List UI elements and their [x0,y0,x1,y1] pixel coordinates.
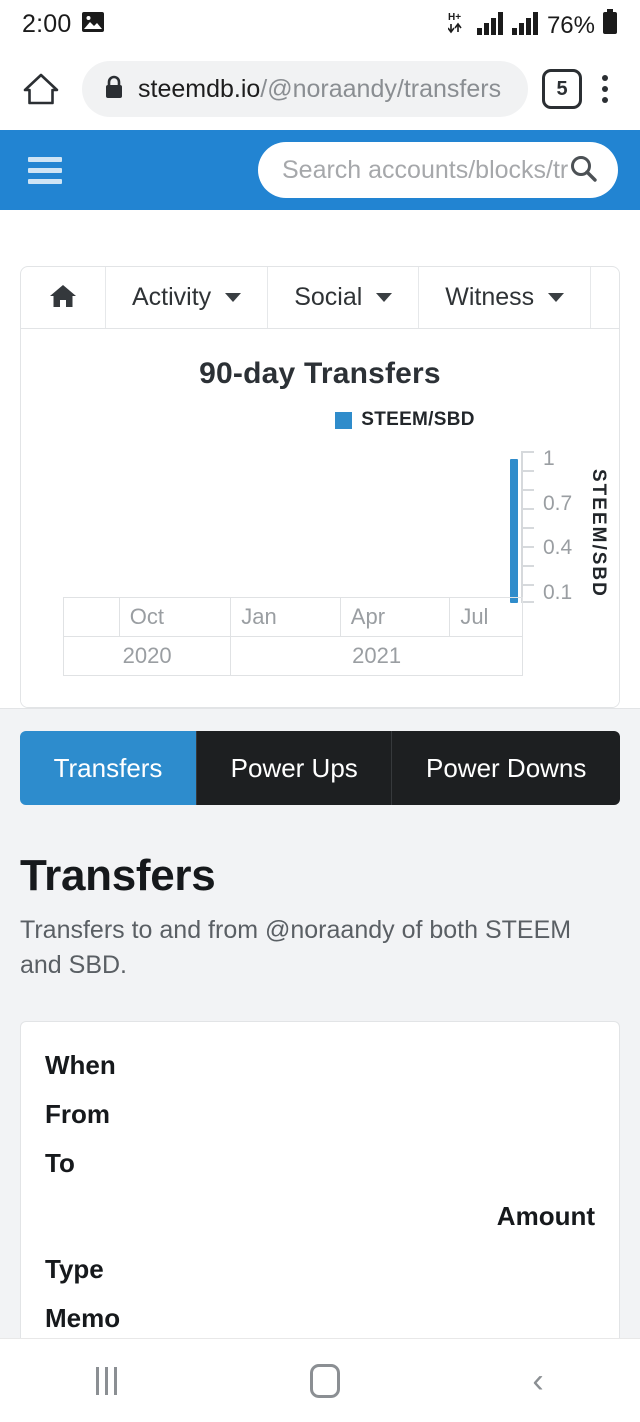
chart-x-axis: Oct Jan Apr Jul 2020 2021 [63,597,523,676]
column-header-memo[interactable]: Memo [45,1303,595,1334]
y-tick [521,527,534,529]
status-bar-left: 2:00 [22,10,105,39]
table-header-row: When From To Amount Type Memo [21,1022,619,1378]
x-axis-year-row: 2020 2021 [63,636,523,676]
tab-social-label: Social [294,283,363,311]
toggle-power-ups[interactable]: Power Ups [197,731,393,805]
x-month-cell: Jul [460,604,489,629]
android-nav-bar: ‹ [0,1338,640,1422]
battery-percent: 76% [546,11,595,39]
y-tick-label: 0.1 [543,581,573,604]
y-axis-title: STEEM/SBD [588,469,609,598]
transfers-section: Transfers Power Ups Power Downs Transfer… [0,708,640,1422]
x-month-cell [64,598,120,636]
toggle-power-downs[interactable]: Power Downs [392,731,620,805]
chevron-down-icon [548,293,565,302]
column-header-from[interactable]: From [45,1099,595,1130]
tab-activity-label: Activity [132,283,212,311]
battery-icon [602,8,618,40]
x-month-cell: Jan [231,598,341,636]
content-container: Activity Social Witness Dat 90-day Trans… [0,210,640,708]
tab-data-label: Dat [617,283,619,312]
site-navbar [0,130,640,210]
chevron-down-icon [225,293,242,302]
tab-social[interactable]: Social [268,267,420,328]
chevron-down-icon [376,293,393,302]
search-icon[interactable] [568,153,598,188]
legend-swatch-steem-sbd [335,411,353,429]
y-tick [521,470,534,472]
column-header-when[interactable]: When [45,1050,595,1081]
search-input[interactable] [282,155,568,185]
page-body: Activity Social Witness Dat 90-day Trans… [0,210,640,1422]
chart-title: 90-day Transfers [199,357,441,390]
browser-toolbar: steemdb.io/@noraandy/transfers 5 [0,48,640,130]
url-path: /@noraandy/transfers [260,74,502,103]
house-icon [49,283,77,313]
url-text: steemdb.io/@noraandy/transfers [138,75,501,104]
y-tick [521,584,534,586]
lock-icon [104,75,124,104]
y-tick-label: 0.4 [543,536,573,559]
tab-data[interactable]: Dat [591,267,619,328]
svg-text:H+: H+ [448,12,461,23]
home-icon [23,73,59,105]
url-bar[interactable]: steemdb.io/@noraandy/transfers [82,61,528,117]
y-tick [521,546,534,548]
back-chevron-icon[interactable]: ‹ [532,1364,543,1398]
page-title: Transfers [20,851,216,900]
page-subtitle: Transfers to and from @noraandy of both … [20,916,572,979]
transfers-chart: 90-day Transfers STEEM/SBD 1 0.7 0.4 0.1… [21,329,619,707]
y-tick [521,451,534,453]
url-domain: steemdb.io [138,74,261,103]
network-type-icon: H+ [447,9,470,40]
signal-bars-icon-2 [511,11,540,40]
chart-plot-area: 1 0.7 0.4 0.1 STEEM/SBD Oct Jan Apr Jul … [21,447,619,707]
tab-activity[interactable]: Activity [106,267,269,328]
column-header-amount[interactable]: Amount [45,1201,595,1232]
toggle-transfers[interactable]: Transfers [20,731,198,805]
y-tick [521,508,534,510]
x-year-cell: 2020 [64,637,232,675]
hamburger-icon[interactable] [28,156,62,184]
chart-legend: STEEM/SBD [21,409,619,431]
x-month-cell: Apr [341,598,451,636]
recent-apps-icon[interactable] [96,1366,118,1395]
column-header-type[interactable]: Type [45,1254,595,1285]
y-tick-label: 0.7 [543,492,573,515]
chart-card: Activity Social Witness Dat 90-day Trans… [20,266,620,708]
y-tick-label: 1 [543,447,555,470]
y-tick [521,489,534,491]
column-header-to[interactable]: To [45,1148,595,1179]
tab-home[interactable] [21,267,106,328]
status-time: 2:00 [22,9,72,38]
x-axis-month-row: Oct Jan Apr Jul [63,597,523,636]
image-icon [81,11,105,38]
x-month-cell: Oct [120,598,232,636]
x-year-cell: 2021 [352,643,402,668]
site-search-box[interactable] [258,142,618,198]
android-status-bar: 2:00 H+ 76% [0,0,640,48]
home-square-icon[interactable] [309,1363,340,1398]
kebab-menu-icon[interactable] [588,69,622,109]
status-bar-right: H+ 76% [447,8,618,40]
tab-witness-label: Witness [445,283,535,311]
y-tick [521,565,534,567]
tab-witness[interactable]: Witness [419,267,592,328]
section-tab-strip: Activity Social Witness Dat [21,267,619,329]
tab-count-button[interactable]: 5 [542,69,582,109]
signal-bars-icon [476,11,505,40]
browser-home-button[interactable] [18,66,64,112]
chart-bar [510,459,518,603]
legend-label-steem-sbd: STEEM/SBD [361,409,475,430]
transfer-type-toggle-group: Transfers Power Ups Power Downs [20,731,620,805]
